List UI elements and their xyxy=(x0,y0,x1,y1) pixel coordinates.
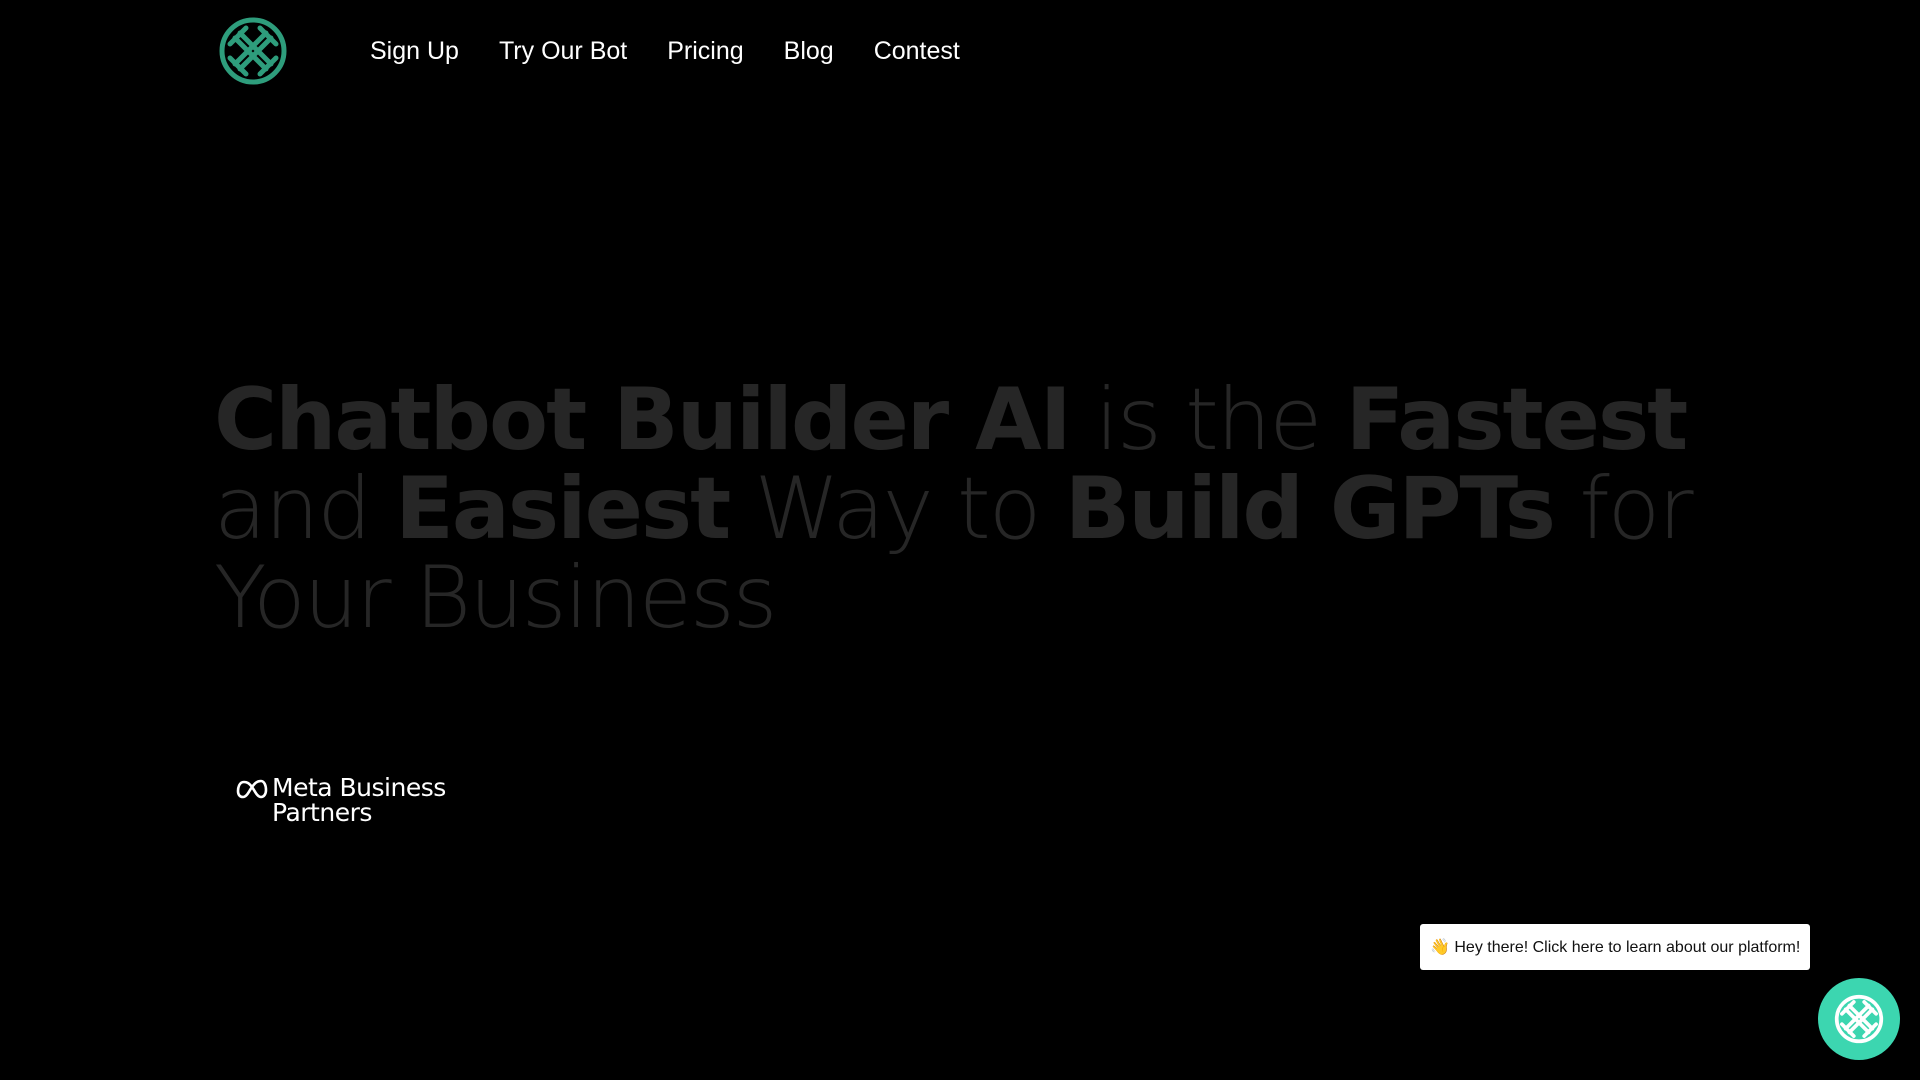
hero-headline: Chatbot Builder AI is the Fastest and Ea… xyxy=(214,376,1714,643)
hero-line-2: and Easiest Way to Build GPTs for xyxy=(214,465,1714,554)
partner-line-1: Meta Business xyxy=(272,773,446,802)
hero-text: and xyxy=(214,459,396,559)
nav-contest[interactable]: Contest xyxy=(874,18,960,84)
meta-business-partners-badge: Meta Business Partners xyxy=(236,775,446,825)
nav-pricing[interactable]: Pricing xyxy=(667,18,743,84)
meta-infinity-icon xyxy=(236,779,268,799)
hero-text: Your Business xyxy=(214,548,777,648)
chat-welcome-bubble[interactable]: 👋 Hey there! Click here to learn about o… xyxy=(1420,924,1810,970)
chat-bubble-text: 👋 Hey there! Click here to learn about o… xyxy=(1430,939,1801,956)
hero-text: Build GPTs xyxy=(1064,459,1556,559)
hero-text: is the xyxy=(1069,370,1346,470)
chat-launcher-button[interactable] xyxy=(1818,978,1900,1060)
nav-try-our-bot[interactable]: Try Our Bot xyxy=(499,18,627,84)
hero-text: Way to xyxy=(729,459,1065,559)
hero-text: Fastest xyxy=(1345,370,1689,470)
partner-line-2: Partners xyxy=(272,798,372,827)
partner-text: Meta Business Partners xyxy=(272,775,446,825)
knot-logo-icon[interactable] xyxy=(218,16,288,86)
hero-text: for xyxy=(1553,459,1693,559)
hero-line-1: Chatbot Builder AI is the Fastest xyxy=(214,376,1714,465)
main-nav: Sign Up Try Our Bot Pricing Blog Contest xyxy=(370,18,960,84)
page: Sign Up Try Our Bot Pricing Blog Contest… xyxy=(0,0,1920,1080)
nav-sign-up[interactable]: Sign Up xyxy=(370,18,459,84)
header: Sign Up Try Our Bot Pricing Blog Contest xyxy=(218,16,960,86)
knot-logo-icon xyxy=(1834,994,1884,1044)
nav-blog[interactable]: Blog xyxy=(784,18,834,84)
hero-line-3: Your Business xyxy=(214,554,1714,643)
hero-text: Chatbot Builder AI xyxy=(214,370,1072,470)
hero-text: Easiest xyxy=(395,459,731,559)
